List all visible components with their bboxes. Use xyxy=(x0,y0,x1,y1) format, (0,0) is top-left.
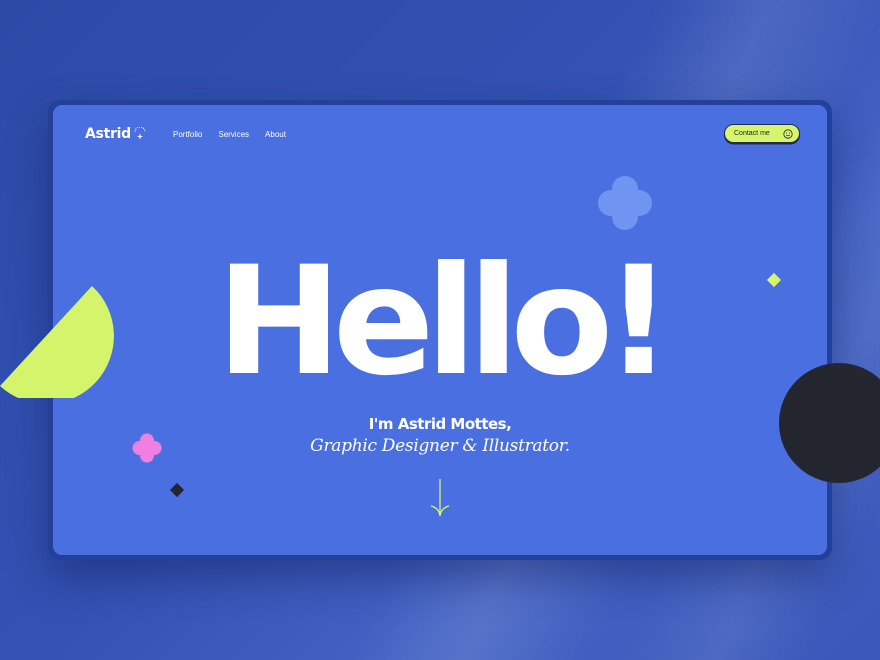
dark-circle-shape xyxy=(779,363,880,483)
brand-logo[interactable]: Astrid xyxy=(85,126,147,142)
nav-item-services[interactable]: Services xyxy=(218,130,249,139)
sparkle-logo-icon xyxy=(134,127,146,140)
hero-name-line: I'm Astrid Mottes, xyxy=(368,415,512,433)
blue-flower-shape xyxy=(598,176,652,230)
contact-button[interactable]: Contact me xyxy=(724,124,800,143)
smile-icon xyxy=(783,128,793,139)
brand-name: Astrid xyxy=(85,126,131,142)
lime-half-circle-shape xyxy=(0,286,114,398)
website-screen: Astrid Portfolio Services About Contact … xyxy=(53,105,827,555)
arrow-down-icon[interactable] xyxy=(429,477,451,519)
hero-headline: Hello! xyxy=(216,235,673,409)
nav-item-portfolio[interactable]: Portfolio xyxy=(173,130,202,139)
hero-role-line: Graphic Designer & Illustrator. xyxy=(310,436,570,456)
main-nav: Portfolio Services About xyxy=(173,130,286,139)
contact-button-label: Contact me xyxy=(734,130,770,137)
dark-diamond-shape xyxy=(169,482,185,498)
nav-item-about[interactable]: About xyxy=(265,130,286,139)
pink-flower-shape xyxy=(132,433,162,463)
